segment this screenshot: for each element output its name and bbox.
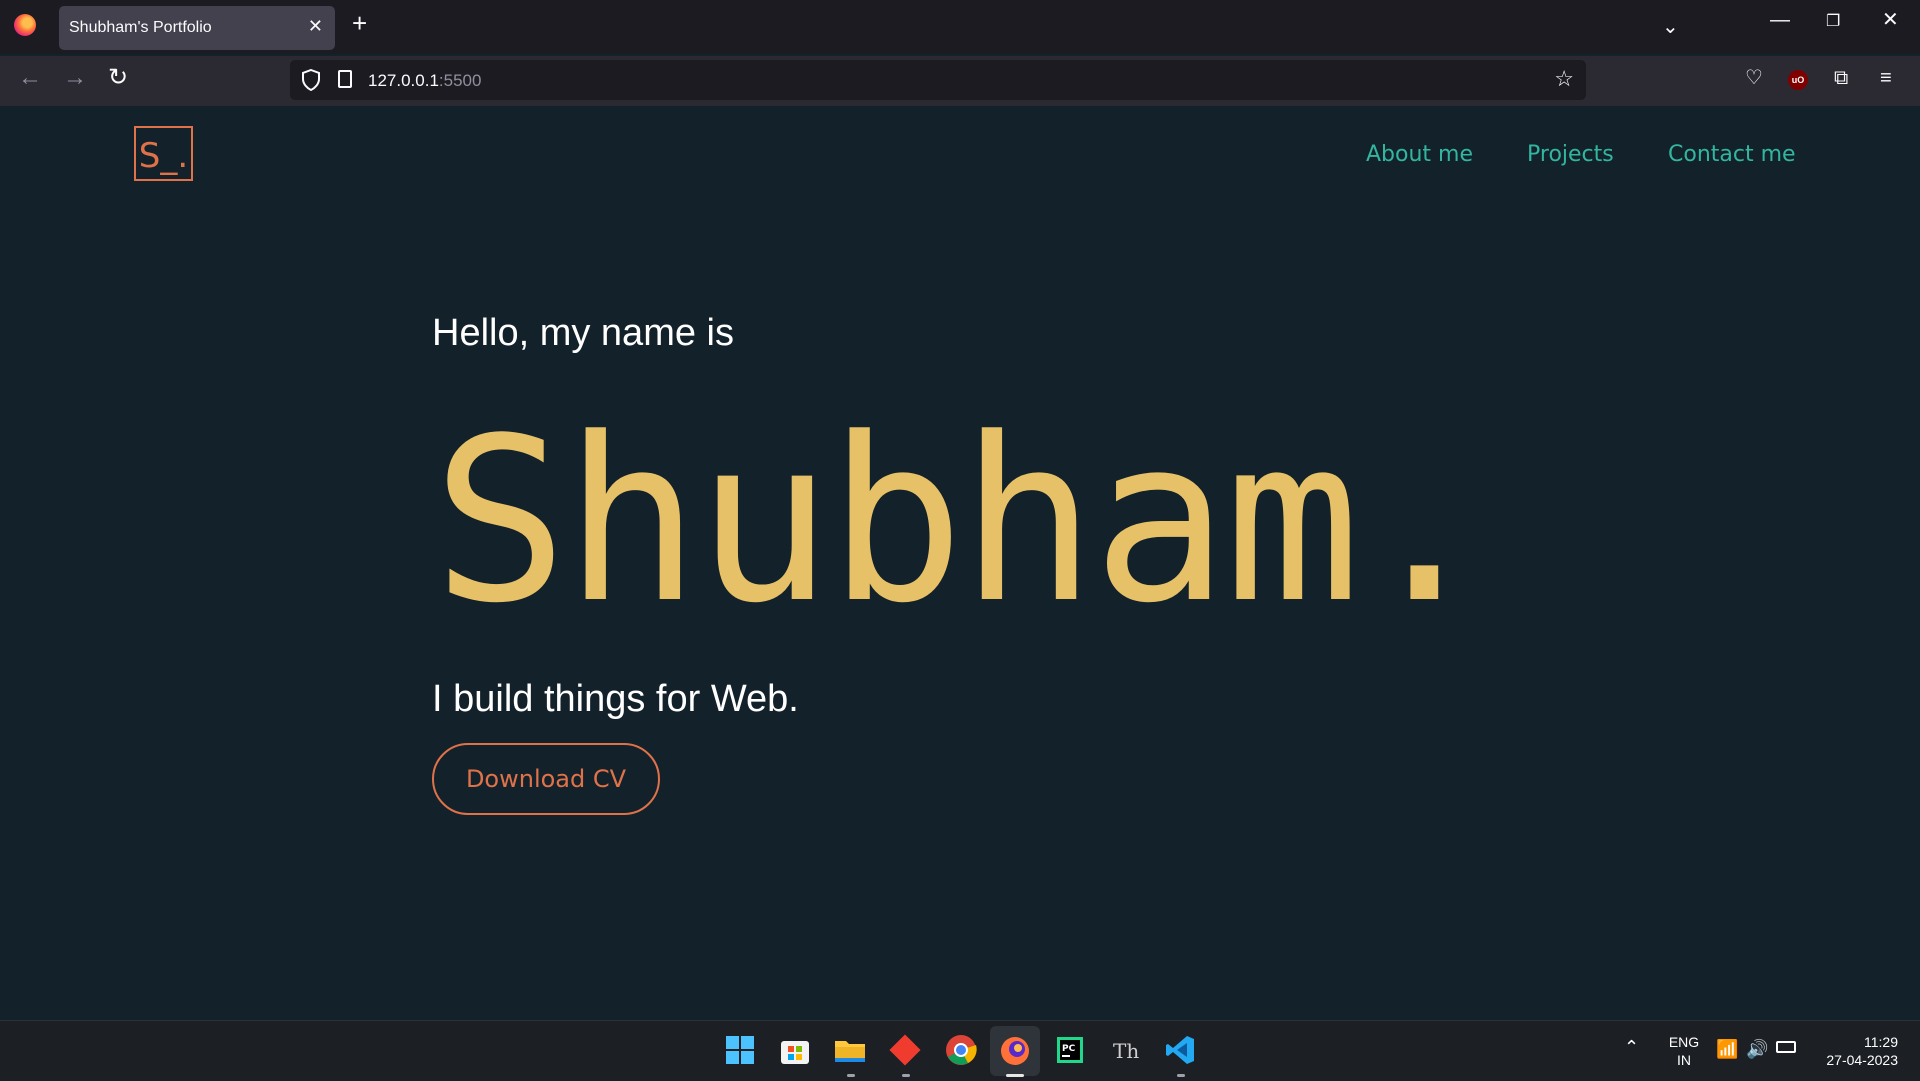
windows-taskbar: PC Th ⌃ ENG IN 📶 🔊 11:29 27-04-2023 <box>0 1020 1920 1080</box>
clock-time: 11:29 <box>1864 1034 1898 1050</box>
back-arrow-icon[interactable]: ← <box>18 66 42 90</box>
url-text[interactable]: 127.0.0.1:5500 <box>368 71 481 91</box>
pocket-icon[interactable]: ♡ <box>1745 68 1763 88</box>
firefox-icon[interactable] <box>990 1026 1040 1076</box>
language-indicator[interactable]: ENG IN <box>1666 1033 1702 1069</box>
wifi-icon[interactable]: 📶 <box>1716 1039 1738 1060</box>
restore-icon[interactable]: ❐ <box>1826 14 1840 30</box>
battery-icon[interactable] <box>1776 1041 1796 1053</box>
nav-link-contact[interactable]: Contact me <box>1668 142 1796 167</box>
running-indicator <box>847 1074 855 1077</box>
volume-icon[interactable]: 🔊 <box>1746 1039 1768 1060</box>
hamburger-menu-icon[interactable]: ≡ <box>1880 68 1892 88</box>
svg-text:PC: PC <box>1062 1044 1076 1054</box>
typora-icon[interactable]: Th <box>1108 1033 1142 1067</box>
svg-text:Th: Th <box>1113 1039 1139 1063</box>
bookmark-star-icon[interactable]: ☆ <box>1554 66 1574 92</box>
pycharm-icon[interactable]: PC <box>1053 1033 1087 1067</box>
region-code: IN <box>1677 1052 1691 1068</box>
logo-text: S_. <box>138 136 189 176</box>
new-tab-button[interactable]: + <box>352 10 367 36</box>
ublock-origin-icon[interactable]: uO <box>1788 70 1808 90</box>
page-icon[interactable] <box>338 70 352 88</box>
portfolio-page: S_. About me Projects Contact me Hello, … <box>0 106 1920 1020</box>
tab-title: Shubham's Portfolio <box>69 19 212 36</box>
close-tab-icon[interactable]: ✕ <box>308 16 323 37</box>
close-window-icon[interactable]: ✕ <box>1882 10 1899 30</box>
vscode-icon[interactable] <box>1163 1033 1197 1067</box>
chevron-down-icon[interactable]: ⌄ <box>1662 14 1679 39</box>
site-logo[interactable]: S_. <box>134 126 193 181</box>
clock-date: 27-04-2023 <box>1826 1052 1898 1068</box>
minimize-icon[interactable]: — <box>1770 10 1790 30</box>
chevron-up-icon[interactable]: ⌃ <box>1624 1037 1639 1058</box>
nav-link-about[interactable]: About me <box>1366 142 1473 167</box>
forward-arrow-icon[interactable]: → <box>63 66 87 90</box>
download-cv-button[interactable]: Download CV <box>432 743 660 815</box>
reload-icon[interactable]: ↻ <box>108 66 128 90</box>
hero-name: Shubham. <box>432 390 1493 653</box>
hero-greeting: Hello, my name is <box>432 312 734 354</box>
running-indicator <box>902 1074 910 1077</box>
address-bar[interactable]: 127.0.0.1:5500 ☆ <box>290 60 1586 100</box>
language-code: ENG <box>1668 1034 1700 1050</box>
running-indicator <box>1177 1074 1185 1077</box>
nav-link-projects[interactable]: Projects <box>1527 142 1614 167</box>
system-clock[interactable]: 11:29 27-04-2023 <box>1808 1033 1898 1069</box>
shield-icon[interactable] <box>302 69 320 91</box>
active-indicator <box>1006 1074 1024 1077</box>
file-explorer-icon[interactable] <box>833 1033 867 1067</box>
extensions-icon[interactable]: ⧉ <box>1834 68 1848 88</box>
windows-start-icon[interactable] <box>723 1033 757 1067</box>
git-icon[interactable] <box>888 1033 922 1067</box>
firefox-icon[interactable] <box>14 14 36 36</box>
browser-tab[interactable]: Shubham's Portfolio ✕ <box>59 6 335 50</box>
hero-tagline: I build things for Web. <box>432 678 799 720</box>
browser-tab-strip: Shubham's Portfolio ✕ + ⌄ — ❐ ✕ <box>0 0 1920 54</box>
microsoft-store-icon[interactable] <box>778 1033 812 1067</box>
browser-toolbar: ← → ↻ 127.0.0.1:5500 ☆ ♡ uO ⧉ ≡ <box>0 56 1920 106</box>
chrome-icon[interactable] <box>944 1033 978 1067</box>
